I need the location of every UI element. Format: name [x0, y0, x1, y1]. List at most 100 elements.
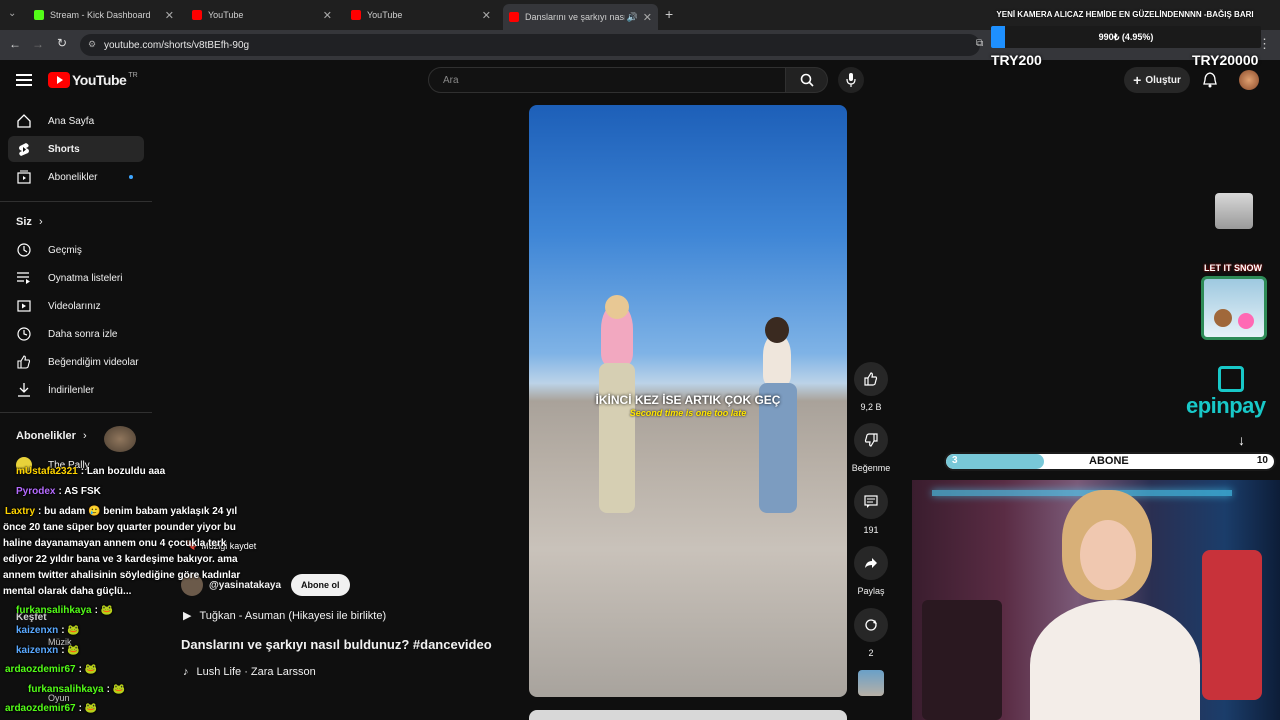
close-tab-icon[interactable]: ✕	[165, 9, 174, 22]
youtube-play-logo-icon	[48, 72, 70, 88]
sidebar-divider	[0, 412, 152, 413]
site-info-icon[interactable]: ⚙	[88, 39, 96, 50]
chat-username: kaizenxn	[16, 645, 59, 656]
subscriber-goal-fill	[946, 454, 1045, 469]
sidebar-item-label: Abonelikler	[48, 171, 98, 183]
scroll-down-icon[interactable]: ↓	[1238, 432, 1245, 448]
song-line: Tuğkan - Asuman (Hikayesi ile birlikte)	[199, 609, 387, 622]
subscriber-goal-bar: 3 ABONE 10	[944, 452, 1276, 471]
song-link[interactable]: ▶ Tuğkan - Asuman (Hikayesi ile birlikte…	[183, 609, 387, 623]
chevron-right-icon: ›	[38, 216, 43, 228]
sidebar-item-playlists[interactable]: Oynatma listeleri	[8, 265, 144, 291]
sidebar-item-shorts[interactable]: Shorts	[8, 136, 144, 162]
sidebar-item-watch-later[interactable]: Daha sonra izle	[8, 321, 144, 347]
logo-text: YouTube	[72, 72, 127, 88]
sidebar-item-home[interactable]: Ana Sayfa	[8, 108, 144, 134]
section-heading-text: Abonelikler	[16, 430, 76, 442]
install-app-icon[interactable]: ⧉	[976, 38, 983, 49]
sidebar-item-liked-videos[interactable]: Beğendiğim videolar	[8, 349, 144, 375]
chat-username: Laxtry	[5, 506, 36, 517]
sidebar-divider	[0, 201, 152, 202]
voice-search-button[interactable]	[838, 67, 864, 93]
chat-text: : AS FSK	[58, 486, 101, 497]
create-button[interactable]: + Oluştur	[1124, 67, 1190, 93]
close-tab-icon[interactable]: ✕	[323, 9, 332, 22]
music-note-icon: ♪	[183, 666, 189, 678]
sidebar-item-your-videos[interactable]: Videolarınız	[8, 293, 144, 319]
browser-tab-active[interactable]: Danslarını ve şarkıyı nasıl b 🔊 ✕	[503, 4, 658, 30]
browser-tab-youtube-2[interactable]: YouTube ✕	[345, 4, 497, 26]
tab-title: YouTube	[367, 10, 403, 20]
subscribe-button[interactable]: Abone ol	[291, 574, 350, 596]
chat-message: furkansalihkaya: 🐸	[16, 605, 113, 616]
chat-username: ardaozdemir67	[5, 703, 76, 714]
url-field[interactable]: ⚙ youtube.com/shorts/v8tBEfh-90g	[80, 34, 980, 56]
browser-tab-youtube-1[interactable]: YouTube ✕	[186, 4, 338, 26]
sidebar-item-history[interactable]: Geçmiş	[8, 237, 144, 263]
back-icon[interactable]: ←	[9, 37, 21, 51]
you-section-heading[interactable]: Siz ›	[16, 216, 43, 228]
tab-list-icon[interactable]: ⌄	[8, 8, 16, 19]
chat-text: : 🐸	[78, 703, 98, 714]
remix-button[interactable]: 2	[854, 608, 888, 658]
snow-globe-widget	[1201, 276, 1267, 340]
subscriptions-icon	[16, 169, 32, 185]
chat-message: ardaozdemir67: 🐸	[5, 703, 97, 714]
new-content-dot	[129, 175, 133, 179]
share-icon	[854, 546, 888, 580]
chat-username: mUstafa2321	[16, 466, 78, 477]
sound-thumbnail[interactable]	[858, 670, 884, 696]
search-button[interactable]	[786, 67, 828, 93]
channel-name[interactable]: @yasinatakaya	[209, 580, 281, 591]
donation-goal-bar: 990₺ (4.95%)	[991, 26, 1261, 48]
new-tab-icon[interactable]: +	[665, 6, 673, 22]
browser-tab-kick[interactable]: Stream - Kick Dashboard ✕	[28, 4, 180, 26]
thumbs-down-icon	[854, 423, 888, 457]
hamburger-menu-icon[interactable]	[16, 73, 32, 87]
chat-username: kaizenxn	[16, 625, 59, 636]
dislike-button[interactable]: Beğenme	[848, 423, 894, 473]
home-icon	[16, 113, 32, 129]
shorts-video-player[interactable]: İKİNCİ KEZ İSE ARTIK ÇOK GEÇ Second time…	[529, 105, 847, 697]
next-short-preview[interactable]	[529, 710, 847, 720]
logo-region: TR	[128, 72, 138, 79]
chat-message: Laxtry: bu adam 🥲 benim babam yaklaşık 2…	[5, 506, 237, 517]
donation-goal-max: TRY20000	[1192, 52, 1259, 68]
share-button[interactable]: Paylaş	[854, 546, 888, 596]
youtube-favicon-icon	[192, 10, 202, 20]
sidebar-item-downloads[interactable]: İndirilenler	[8, 377, 144, 403]
sound-link[interactable]: ♪ Lush Life · Zara Larsson	[183, 666, 316, 678]
like-count: 9,2 B	[860, 402, 882, 412]
close-tab-icon[interactable]: ✕	[643, 11, 652, 24]
reload-icon[interactable]: ↻	[57, 36, 67, 50]
forward-icon[interactable]: →	[32, 37, 44, 51]
shorts-icon	[16, 141, 32, 157]
search-input[interactable]: Ara	[428, 67, 786, 93]
notifications-bell-icon[interactable]	[1203, 72, 1217, 88]
download-icon	[16, 382, 32, 398]
dancer-left-legs	[599, 363, 635, 513]
chat-username: furkansalihkaya	[28, 684, 104, 695]
chat-username: Pyrodex	[16, 486, 56, 497]
sidebar-item-label: Oynatma listeleri	[48, 272, 123, 284]
subscriber-goal-label: ABONE	[1089, 455, 1129, 467]
bear-icon	[1214, 309, 1232, 327]
sound-name: Lush Life · Zara Larsson	[196, 666, 316, 678]
streamer-face	[1080, 520, 1136, 590]
sidebar-item-subscriptions[interactable]: Abonelikler	[8, 164, 144, 190]
search-icon	[800, 73, 814, 87]
comments-button[interactable]: 191	[854, 485, 888, 535]
subscriptions-section-heading[interactable]: Abonelikler ›	[16, 430, 87, 442]
youtube-logo[interactable]: YouTube TR	[48, 72, 138, 88]
video-caption: İKİNCİ KEZ İSE ARTIK ÇOK GEÇ	[595, 393, 781, 407]
share-label: Paylaş	[857, 586, 885, 596]
sidebar-item-label: Shorts	[48, 143, 80, 155]
donation-goal-title: YENİ KAMERA ALICAZ HEMİDE EN GÜZELİNDENN…	[996, 10, 1254, 19]
avatar[interactable]	[1239, 70, 1259, 90]
chat-text: : 🐸	[78, 664, 98, 675]
chat-text: : 🐸	[94, 605, 114, 616]
audio-playing-icon[interactable]: 🔊	[627, 12, 638, 23]
like-button[interactable]: 9,2 B	[854, 362, 888, 412]
sidebar-item-label: Ana Sayfa	[48, 115, 95, 127]
close-tab-icon[interactable]: ✕	[482, 9, 491, 22]
